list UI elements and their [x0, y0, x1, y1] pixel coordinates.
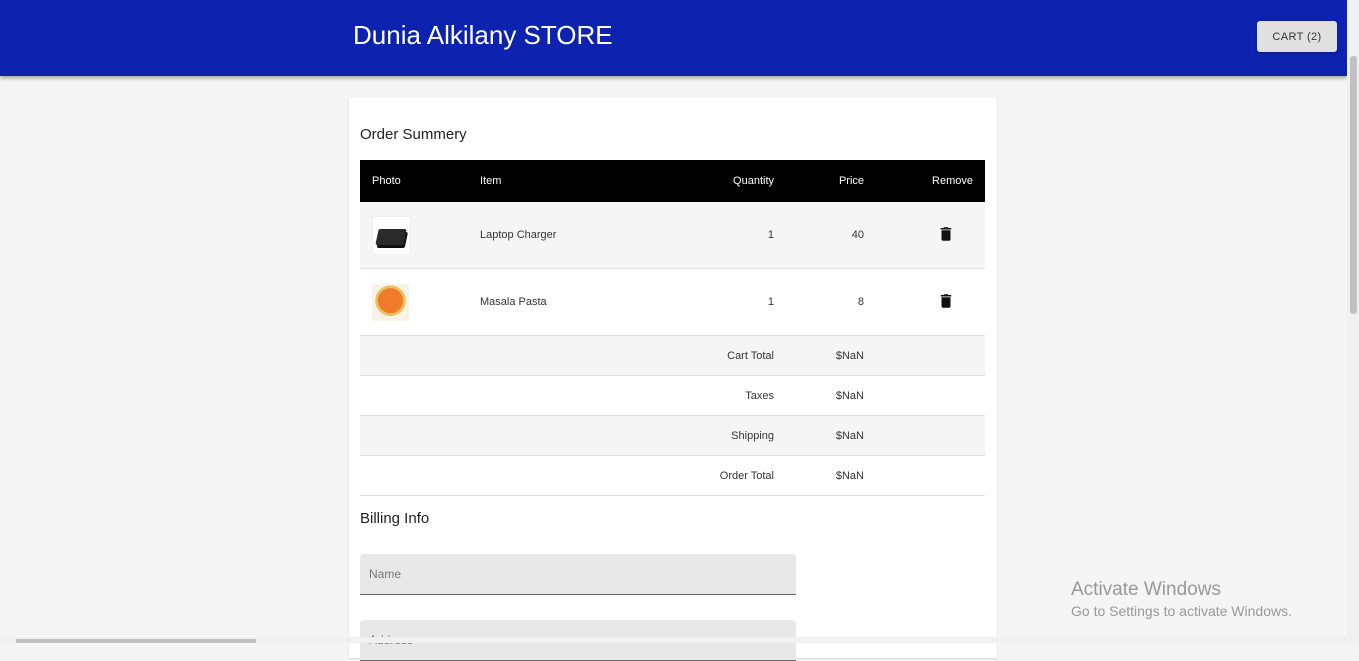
total-label: Cart Total — [682, 335, 786, 376]
item-price: 40 — [786, 202, 876, 269]
column-header-quantity: Quantity — [682, 160, 786, 202]
table-row: Masala Pasta 1 8 — [360, 268, 985, 336]
app-bar: Dunia Alkilany STORE CART (2) — [0, 0, 1347, 76]
name-field[interactable] — [360, 554, 796, 595]
total-value: $NaN — [786, 375, 876, 416]
vertical-scrollbar[interactable] — [1347, 0, 1359, 643]
horizontal-scroll-thumb[interactable] — [16, 639, 256, 643]
billing-info-title: Billing Info — [360, 510, 430, 527]
vertical-scroll-thumb[interactable] — [1350, 56, 1357, 314]
watermark-title: Activate Windows — [1071, 579, 1221, 600]
column-header-remove: Remove — [876, 160, 985, 202]
total-row-shipping: Shipping $NaN — [360, 415, 985, 456]
total-label: Taxes — [682, 375, 786, 416]
masala-pasta-thumbnail — [372, 283, 409, 321]
item-quantity: 1 — [682, 268, 786, 336]
column-header-photo: Photo — [360, 160, 468, 202]
laptop-charger-thumbnail — [372, 215, 411, 255]
total-value: $NaN — [786, 335, 876, 376]
table-header-row: Photo Item Quantity Price Remove — [360, 160, 985, 202]
watermark-subtitle: Go to Settings to activate Windows. — [1071, 603, 1292, 619]
column-header-price: Price — [786, 160, 876, 202]
item-name: Masala Pasta — [468, 268, 682, 336]
total-label: Shipping — [682, 415, 786, 456]
total-label: Order Total — [682, 455, 786, 496]
table-row: Laptop Charger 1 40 — [360, 202, 985, 269]
item-price: 8 — [786, 268, 876, 336]
store-title: Dunia Alkilany STORE — [353, 20, 613, 50]
order-summary-title: Order Summery — [360, 126, 467, 143]
item-name: Laptop Charger — [468, 202, 682, 269]
total-value: $NaN — [786, 415, 876, 456]
total-value: $NaN — [786, 455, 876, 496]
total-row-cart: Cart Total $NaN — [360, 335, 985, 376]
trash-icon[interactable] — [937, 225, 955, 243]
windows-activation-watermark: Activate Windows Go to Settings to activ… — [1071, 579, 1292, 619]
total-row-order: Order Total $NaN — [360, 455, 985, 496]
item-quantity: 1 — [682, 202, 786, 269]
order-card: Order Summery Photo Item Quantity Price … — [349, 98, 997, 661]
order-summary-table: Photo Item Quantity Price Remove Laptop … — [360, 160, 985, 496]
total-row-taxes: Taxes $NaN — [360, 375, 985, 416]
cart-button[interactable]: CART (2) — [1257, 21, 1337, 52]
column-header-item: Item — [468, 160, 682, 202]
trash-icon[interactable] — [937, 292, 955, 310]
horizontal-scrollbar[interactable] — [0, 637, 1347, 643]
